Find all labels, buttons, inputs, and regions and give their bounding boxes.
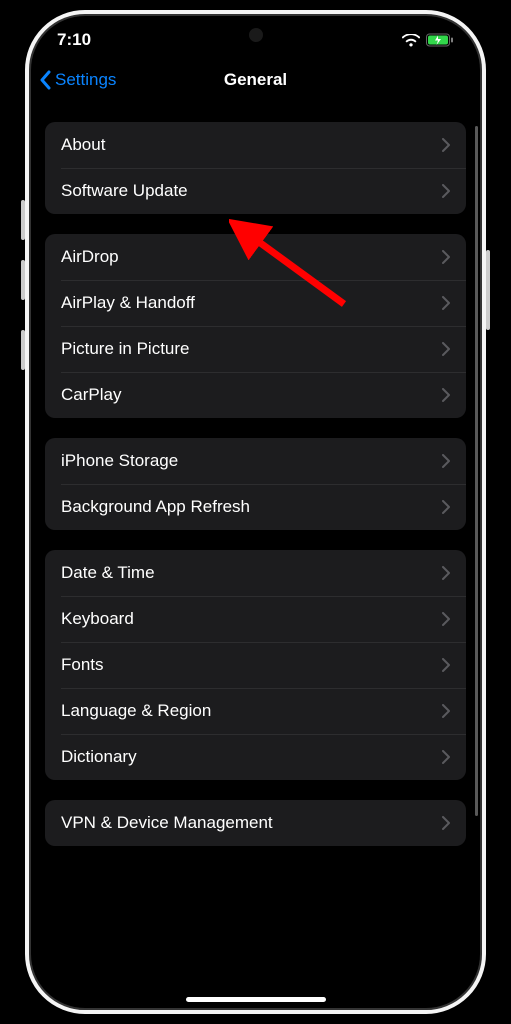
chevron-right-icon bbox=[442, 388, 450, 402]
row-background-app-refresh[interactable]: Background App Refresh bbox=[45, 484, 466, 530]
chevron-right-icon bbox=[442, 816, 450, 830]
chevron-right-icon bbox=[442, 184, 450, 198]
row-label: CarPlay bbox=[61, 385, 121, 405]
chevron-right-icon bbox=[442, 296, 450, 310]
row-airplay-handoff[interactable]: AirPlay & Handoff bbox=[45, 280, 466, 326]
settings-content[interactable]: About Software Update AirDrop AirPlay & … bbox=[29, 102, 482, 1010]
row-label: Picture in Picture bbox=[61, 339, 190, 359]
chevron-right-icon bbox=[442, 138, 450, 152]
settings-group: About Software Update bbox=[45, 122, 466, 214]
row-iphone-storage[interactable]: iPhone Storage bbox=[45, 438, 466, 484]
row-label: AirDrop bbox=[61, 247, 119, 267]
settings-group: iPhone Storage Background App Refresh bbox=[45, 438, 466, 530]
row-vpn-device-management[interactable]: VPN & Device Management bbox=[45, 800, 466, 846]
chevron-right-icon bbox=[442, 750, 450, 764]
settings-group: Date & Time Keyboard Fonts Language & Re… bbox=[45, 550, 466, 780]
chevron-right-icon bbox=[442, 454, 450, 468]
row-label: Fonts bbox=[61, 655, 104, 675]
chevron-right-icon bbox=[442, 658, 450, 672]
wifi-icon bbox=[402, 34, 420, 47]
back-button[interactable]: Settings bbox=[39, 70, 116, 90]
row-label: Date & Time bbox=[61, 563, 155, 583]
chevron-right-icon bbox=[442, 566, 450, 580]
row-label: Language & Region bbox=[61, 701, 211, 721]
row-airdrop[interactable]: AirDrop bbox=[45, 234, 466, 280]
battery-charging-icon bbox=[426, 33, 454, 47]
row-dictionary[interactable]: Dictionary bbox=[45, 734, 466, 780]
status-time: 7:10 bbox=[57, 30, 91, 50]
chevron-right-icon bbox=[442, 342, 450, 356]
row-label: About bbox=[61, 135, 105, 155]
home-indicator[interactable] bbox=[186, 997, 326, 1002]
phone-camera-notch bbox=[249, 28, 263, 42]
row-fonts[interactable]: Fonts bbox=[45, 642, 466, 688]
chevron-right-icon bbox=[442, 704, 450, 718]
chevron-right-icon bbox=[442, 500, 450, 514]
chevron-right-icon bbox=[442, 250, 450, 264]
settings-group: VPN & Device Management bbox=[45, 800, 466, 846]
nav-bar: Settings General bbox=[29, 58, 482, 102]
row-keyboard[interactable]: Keyboard bbox=[45, 596, 466, 642]
row-label: Software Update bbox=[61, 181, 188, 201]
row-language-region[interactable]: Language & Region bbox=[45, 688, 466, 734]
page-title: General bbox=[224, 70, 287, 90]
row-label: iPhone Storage bbox=[61, 451, 178, 471]
row-picture-in-picture[interactable]: Picture in Picture bbox=[45, 326, 466, 372]
back-button-label: Settings bbox=[55, 70, 116, 90]
screen: 7:10 Settings General bbox=[29, 14, 482, 1010]
row-carplay[interactable]: CarPlay bbox=[45, 372, 466, 418]
row-date-time[interactable]: Date & Time bbox=[45, 550, 466, 596]
row-label: Background App Refresh bbox=[61, 497, 250, 517]
settings-group: AirDrop AirPlay & Handoff Picture in Pic… bbox=[45, 234, 466, 418]
row-label: VPN & Device Management bbox=[61, 813, 273, 833]
scroll-indicator[interactable] bbox=[475, 126, 478, 816]
row-label: Keyboard bbox=[61, 609, 134, 629]
chevron-right-icon bbox=[442, 612, 450, 626]
row-software-update[interactable]: Software Update bbox=[45, 168, 466, 214]
chevron-left-icon bbox=[39, 70, 51, 90]
row-about[interactable]: About bbox=[45, 122, 466, 168]
row-label: AirPlay & Handoff bbox=[61, 293, 195, 313]
row-label: Dictionary bbox=[61, 747, 137, 767]
